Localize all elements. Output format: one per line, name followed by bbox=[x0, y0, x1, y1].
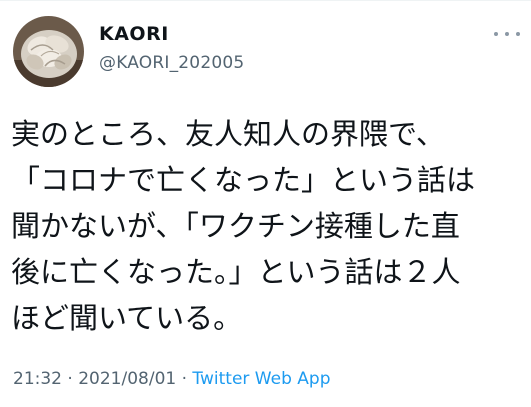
tweet-text-line: 聞かないが、「ワクチン接種した直 bbox=[11, 209, 460, 243]
tweet-source-link[interactable]: Twitter Web App bbox=[192, 369, 330, 389]
tweet-meta: 21:32 · 2021/08/01 · Twitter Web App bbox=[13, 367, 330, 391]
more-options-button[interactable] bbox=[494, 26, 520, 42]
author-display-name[interactable]: KAORI bbox=[99, 22, 244, 46]
tweet-text: 実のところ、友人知人の界隈で、 「コロナで亡くなった」という話は 聞かないが、「… bbox=[11, 111, 523, 341]
meta-separator: · bbox=[176, 369, 193, 389]
meta-separator: · bbox=[62, 369, 79, 389]
author-handle[interactable]: @KAORI_202005 bbox=[99, 52, 244, 74]
avatar[interactable] bbox=[13, 16, 84, 87]
tweet-time[interactable]: 21:32 bbox=[13, 369, 62, 389]
more-horizontal-icon-dot bbox=[516, 32, 520, 36]
more-horizontal-icon-dot bbox=[505, 32, 509, 36]
tweet-text-line: 後に亡くなった。」という話は２人 bbox=[11, 255, 461, 289]
tweet-date[interactable]: 2021/08/01 bbox=[78, 369, 176, 389]
tweet-card: KAORI @KAORI_202005 実のところ、友人知人の界隈で、 「コロナ… bbox=[0, 0, 531, 407]
desert-rose-avatar-icon bbox=[13, 16, 84, 87]
more-horizontal-icon-dot bbox=[494, 32, 498, 36]
tweet-text-line: 「コロナで亡くなった」という話は bbox=[11, 163, 476, 197]
author-block: KAORI @KAORI_202005 bbox=[99, 22, 244, 74]
tweet-text-line: 実のところ、友人知人の界隈で、 bbox=[11, 117, 445, 151]
tweet-text-line: ほど聞いている。 bbox=[11, 301, 243, 335]
